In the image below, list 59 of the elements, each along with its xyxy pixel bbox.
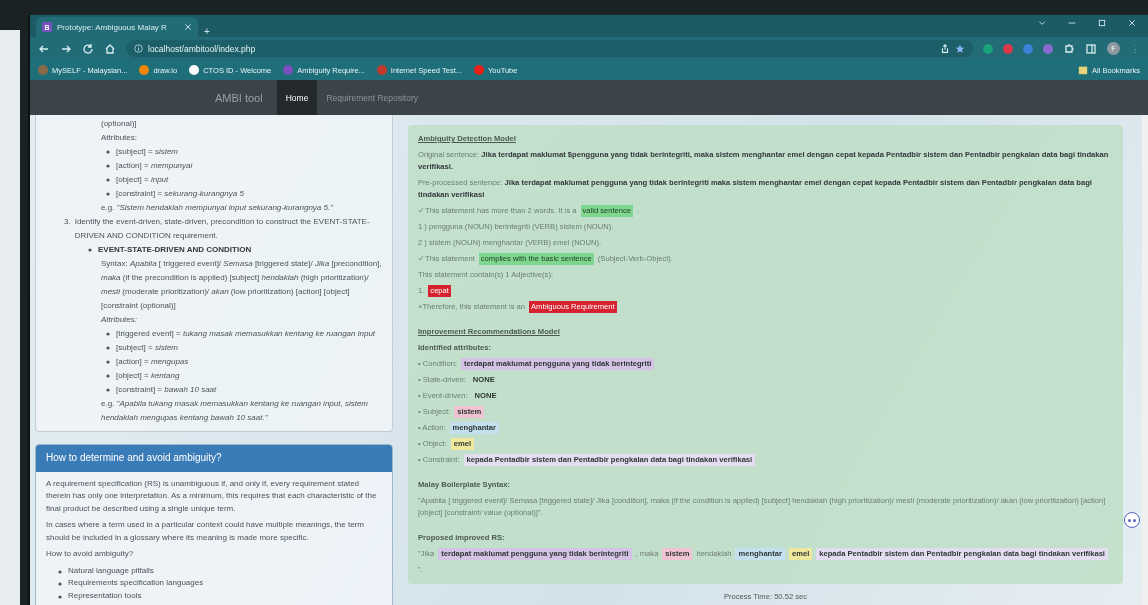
bullet-icon	[58, 569, 62, 574]
panel-paragraph: A requirement specification (RS) is unambiguous if, and only if, every requirement stated therein has only one interpretation. As a minimum, this requires that each characteristic of the final product be described using a single unique term.	[46, 477, 378, 515]
bullet-icon	[58, 594, 62, 599]
info-icon	[134, 44, 143, 53]
list-item: Representation tools	[68, 589, 142, 602]
side-panel-icon[interactable]	[1085, 42, 1097, 55]
attributes-label: Attributes:	[101, 315, 137, 324]
nav-link[interactable]: Home	[276, 80, 318, 115]
attribute-text: [constraint] = sekurang-kurangnya 5	[116, 188, 244, 200]
chat-icon[interactable]	[1124, 512, 1140, 528]
puzzle-icon[interactable]	[1063, 42, 1075, 55]
step-number: 3.	[64, 216, 71, 228]
nav-link[interactable]: Requirement Repository	[317, 80, 428, 115]
bullet-icon	[106, 178, 110, 182]
bullet-icon	[88, 248, 92, 252]
share-icon[interactable]	[940, 43, 950, 54]
list-item: Requirements specification languages	[68, 577, 204, 589]
bullet-icon	[106, 374, 110, 378]
close-icon[interactable]	[1128, 19, 1136, 27]
syntax-text: Syntax: Apabila [ triggered event]/ Semasa [triggered state]/ Jika [precondition], maka (if the precondition is applied) [subject] hendaklah (high prioritization)/ mesti (moderate prioritization)/ akan (low prioritization) [action] [object] [constraint (optional)]	[101, 259, 382, 310]
brand-title[interactable]: AMBI tool	[215, 91, 263, 104]
bullet-icon	[106, 192, 110, 196]
bullet-icon	[106, 360, 110, 364]
maximize-icon[interactable]	[1098, 19, 1106, 27]
attribute-text: [object] = input	[116, 174, 169, 186]
panel-paragraph: In cases where a term used in a particular context could have multiple meanings, the term should be included in a glossary where its meaning is made more specific.	[46, 519, 365, 544]
tab-title: Prototype: Ambiguous Malay R	[57, 22, 168, 32]
section-heading: EVENT-STATE-DRIVEN AND CONDITION	[98, 244, 252, 256]
attribute-text: [triggered event] = tukang masak memasukkan kentang ke ruangan input	[116, 328, 376, 340]
reload-icon[interactable]	[82, 42, 94, 55]
attribute-text: [action] = mempunyai	[116, 160, 193, 172]
syntax-text: (optional)]	[101, 119, 137, 128]
example-text: e.g. "Apabila tukang masak memasukkan kentang ke ruangan input, sistem hendaklah mengupas kentang bawah 10 saat."	[101, 399, 368, 422]
attribute-text: [object] = kentang	[116, 370, 180, 382]
list-item: Natural language pitfalls	[68, 564, 154, 577]
star-icon[interactable]	[955, 43, 965, 54]
attribute-text: [action] = mengupas	[116, 356, 189, 368]
minimize-icon[interactable]	[1068, 19, 1076, 27]
step-text: Identify the event-driven, state-driven, precondition to construct the EVENT-STATE-DRIVEN AND CONDITION requirement.	[74, 216, 371, 242]
bullet-icon	[106, 332, 110, 336]
example-text: e.g. "Sistem hendaklah mempunyai input sekurang-kurangnya 5."	[101, 203, 334, 212]
attributes-label: Attributes:	[101, 133, 137, 142]
bullet-icon	[58, 582, 62, 586]
panel-title: How to determine and avoid ambiguity?	[36, 445, 392, 472]
home-icon[interactable]	[104, 42, 116, 55]
attribute-text: [subject] = sistem	[116, 146, 179, 158]
bullet-icon	[106, 346, 110, 350]
folder-icon	[1078, 65, 1089, 75]
chevron-icon[interactable]	[1038, 19, 1046, 27]
bullet-icon	[106, 164, 110, 168]
panel-paragraph: How to avoid ambiguity?	[46, 548, 135, 560]
bullet-icon	[106, 150, 110, 154]
bullet-icon	[106, 388, 110, 392]
attribute-text: [subject] = sistem	[116, 342, 179, 354]
new-tab-button[interactable]: +	[204, 26, 210, 37]
attribute-text: [constraint] = bawah 10 saat	[116, 384, 217, 396]
scrollbar[interactable]	[1142, 115, 1148, 605]
address-bar[interactable]: localhost/ambitool/index.php	[126, 40, 973, 57]
close-icon[interactable]	[184, 23, 192, 31]
